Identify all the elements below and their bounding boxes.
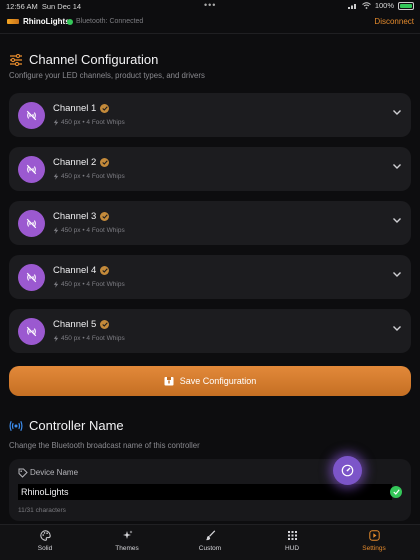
speedometer-fab-button[interactable] xyxy=(333,456,362,485)
channel-card-5[interactable]: Channel 5 450 px • 4 Foot Whips xyxy=(9,309,411,353)
channel-card-1[interactable]: Channel 1 450 px • 4 Foot Whips xyxy=(9,93,411,137)
sparkles-icon xyxy=(122,530,132,539)
controller-name-header: Controller Name xyxy=(9,418,124,433)
connection-status: Bluetooth: Connected xyxy=(76,18,144,25)
bolt-icon xyxy=(53,281,59,288)
broadcast-icon xyxy=(9,420,23,431)
save-icon xyxy=(164,377,174,386)
tab-custom[interactable]: Custom xyxy=(180,530,240,552)
tab-themes[interactable]: Themes xyxy=(97,530,157,552)
channel-name: Channel 2 xyxy=(53,157,97,168)
tag-icon xyxy=(18,468,28,478)
channel-details: 450 px • 4 Foot Whips xyxy=(61,119,125,126)
channel-details: 450 px • 4 Foot Whips xyxy=(61,173,125,180)
channel-name: Channel 5 xyxy=(53,319,97,330)
channel-config-title: Channel Configuration xyxy=(29,52,159,67)
battery-percent: 100% xyxy=(374,1,394,10)
device-name-label: Device Name xyxy=(30,468,79,477)
tab-hud-label: HUD xyxy=(284,545,300,552)
channel-card-4[interactable]: Channel 4 450 px • 4 Foot Whips xyxy=(9,255,411,299)
chevron-down-icon[interactable] xyxy=(392,163,402,170)
verified-icon xyxy=(100,320,109,329)
palette-icon xyxy=(39,530,51,541)
app-logo xyxy=(7,19,19,24)
chevron-down-icon[interactable] xyxy=(392,217,402,224)
save-configuration-label: Save Configuration xyxy=(179,376,257,386)
character-count: 11/31 characters xyxy=(18,507,66,514)
tab-solid-label: Solid xyxy=(37,545,53,552)
multitask-dots-icon[interactable]: ••• xyxy=(204,0,216,10)
signal-icon xyxy=(347,4,356,9)
channel-icon xyxy=(18,210,45,237)
save-configuration-button[interactable]: Save Configuration xyxy=(9,366,411,396)
channel-name: Channel 4 xyxy=(53,265,97,276)
chevron-down-icon[interactable] xyxy=(392,271,402,278)
settings-icon xyxy=(368,530,380,541)
tab-bar: Solid Themes Custom HUD Settings xyxy=(0,524,420,560)
tab-custom-label: Custom xyxy=(198,545,222,552)
channel-card-3[interactable]: Channel 3 450 px • 4 Foot Whips xyxy=(9,201,411,245)
sliders-icon xyxy=(10,53,22,66)
status-right: 100% xyxy=(347,1,414,10)
valid-check-icon xyxy=(390,486,402,498)
tab-themes-label: Themes xyxy=(115,545,139,552)
channel-config-header: Channel Configuration xyxy=(9,52,158,67)
bolt-icon xyxy=(53,335,59,342)
verified-icon xyxy=(100,266,109,275)
brand-name: RhinoLights xyxy=(23,17,70,26)
status-bar: 12:56 AM Sun Dec 14 ••• 100% xyxy=(0,0,420,12)
bolt-icon xyxy=(53,173,59,180)
channel-icon xyxy=(18,264,45,291)
channel-icon xyxy=(18,102,45,129)
tab-settings-label: Settings xyxy=(362,545,386,552)
battery-icon xyxy=(398,1,414,10)
verified-icon xyxy=(100,104,109,113)
channel-details: 450 px • 4 Foot Whips xyxy=(61,335,125,342)
tab-settings[interactable]: Settings xyxy=(344,530,404,552)
verified-icon xyxy=(100,212,109,221)
header-divider xyxy=(0,33,420,34)
app-header: RhinoLights Bluetooth: Connected Disconn… xyxy=(0,14,420,32)
channel-icon xyxy=(18,156,45,183)
device-name-input[interactable] xyxy=(18,484,392,500)
grid-icon xyxy=(287,531,297,540)
tab-solid[interactable]: Solid xyxy=(15,530,75,552)
channel-details: 450 px • 4 Foot Whips xyxy=(61,227,125,234)
controller-name-title: Controller Name xyxy=(29,418,124,433)
connection-indicator xyxy=(67,19,73,25)
channel-details: 450 px • 4 Foot Whips xyxy=(61,281,125,288)
channel-name: Channel 1 xyxy=(53,103,97,114)
channel-config-subtitle: Configure your LED channels, product typ… xyxy=(9,71,205,80)
tab-hud[interactable]: HUD xyxy=(262,530,322,552)
speedometer-icon xyxy=(341,464,354,477)
brush-icon xyxy=(205,530,215,541)
status-time-date: 12:56 AM Sun Dec 14 xyxy=(6,2,82,11)
bolt-icon xyxy=(53,227,59,234)
verified-icon xyxy=(100,158,109,167)
disconnect-button[interactable]: Disconnect xyxy=(374,17,414,26)
channel-card-2[interactable]: Channel 2 450 px • 4 Foot Whips xyxy=(9,147,411,191)
chevron-down-icon[interactable] xyxy=(392,325,402,332)
chevron-down-icon[interactable] xyxy=(392,109,402,116)
controller-name-subtitle: Change the Bluetooth broadcast name of t… xyxy=(9,441,200,450)
wifi-icon xyxy=(361,2,371,9)
bolt-icon xyxy=(53,119,59,126)
channel-name: Channel 3 xyxy=(53,211,97,222)
channel-icon xyxy=(18,318,45,345)
